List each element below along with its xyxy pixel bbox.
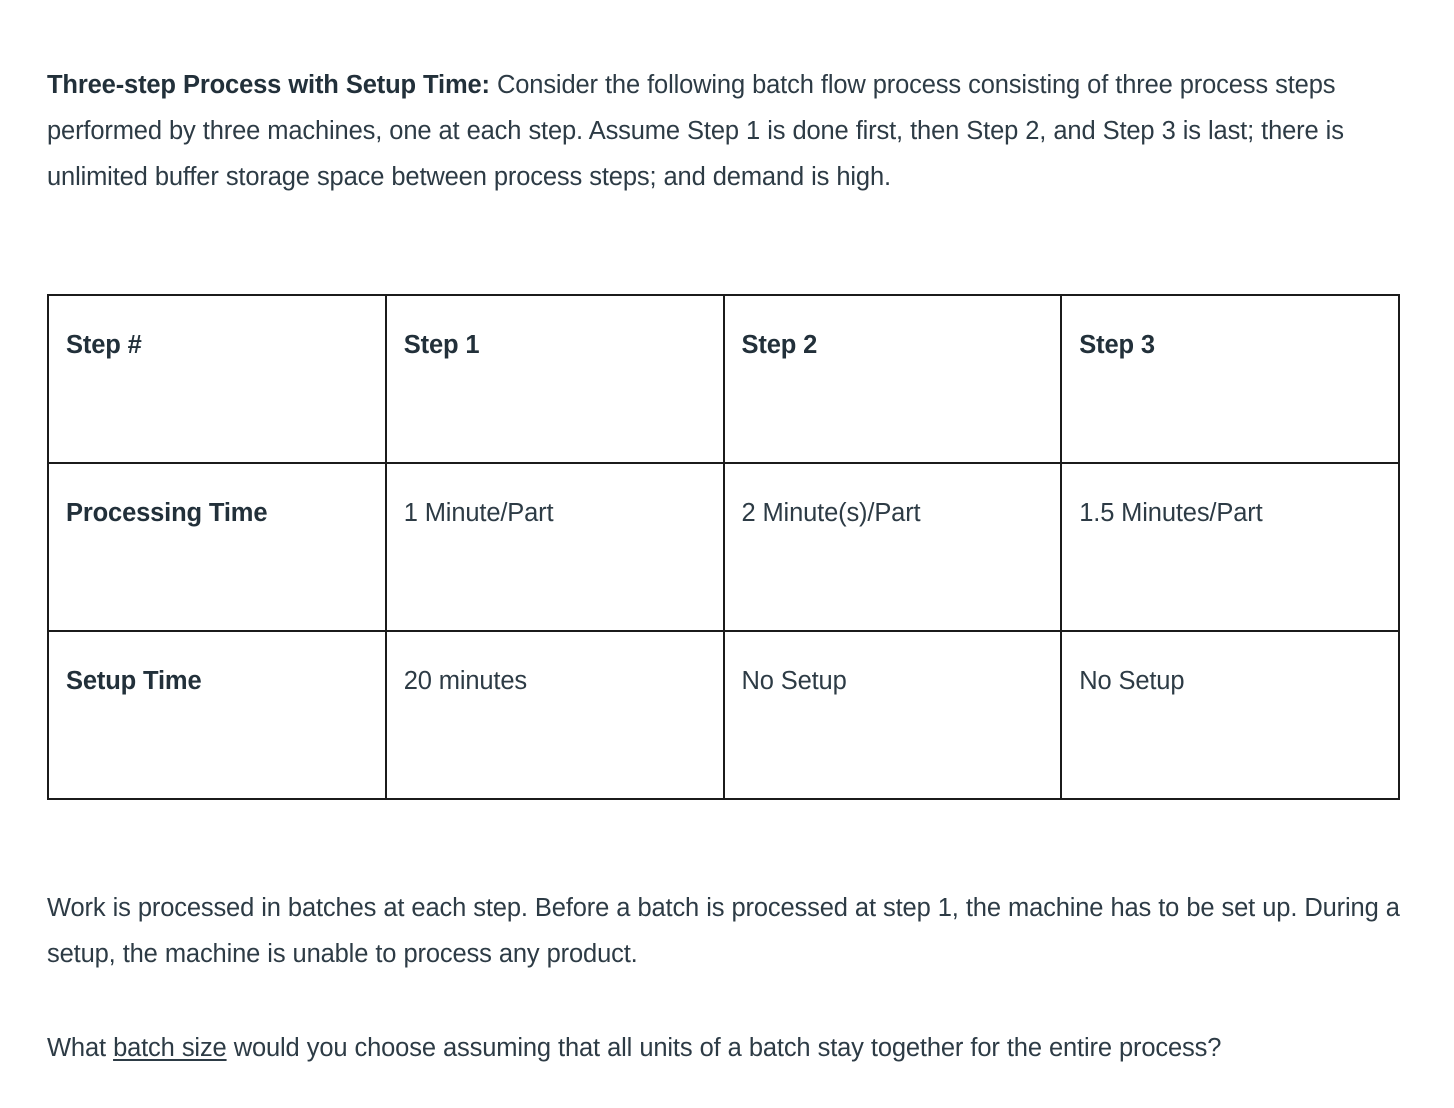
table-header-step-1: Step 1 bbox=[384, 294, 725, 464]
question-page: Three-step Process with Setup Time: Cons… bbox=[0, 0, 1454, 1108]
question-emphasis-batch-size: batch size bbox=[113, 1033, 227, 1062]
table-header-row: Step # Step 1 Step 2 Step 3 bbox=[47, 294, 1400, 464]
question-paragraph: What batch size would you choose assumin… bbox=[47, 1025, 1402, 1071]
question-text-before: What bbox=[47, 1033, 114, 1062]
process-parameters-table: Step # Step 1 Step 2 Step 3 Processing T… bbox=[47, 294, 1400, 800]
setup-time-step-1: 20 minutes bbox=[384, 630, 725, 800]
setup-time-step-2: No Setup bbox=[722, 630, 1063, 800]
row-label-processing-time: Processing Time bbox=[47, 462, 387, 632]
processing-time-step-1: 1 Minute/Part bbox=[384, 462, 725, 632]
row-label-setup-time: Setup Time bbox=[47, 630, 387, 800]
batch-explanation-paragraph: Work is processed in batches at each ste… bbox=[47, 893, 1400, 968]
processing-time-step-2: 2 Minute(s)/Part bbox=[722, 462, 1063, 632]
intro-lead-in: Three-step Process with Setup Time: bbox=[47, 70, 490, 99]
question-text-after: would you choose assuming that all units… bbox=[226, 1033, 1222, 1062]
processing-time-step-3: 1.5 Minutes/Part bbox=[1060, 462, 1400, 632]
setup-time-step-3: No Setup bbox=[1060, 630, 1400, 800]
table-row-processing-time: Processing Time 1 Minute/Part 2 Minute(s… bbox=[47, 462, 1400, 632]
table-row-setup-time: Setup Time 20 minutes No Setup No Setup bbox=[47, 630, 1400, 800]
table-header-step-3: Step 3 bbox=[1060, 294, 1400, 464]
table-header-step-2: Step 2 bbox=[722, 294, 1063, 464]
table-header-step-number: Step # bbox=[47, 294, 387, 464]
intro-paragraph: Three-step Process with Setup Time: Cons… bbox=[47, 62, 1402, 200]
